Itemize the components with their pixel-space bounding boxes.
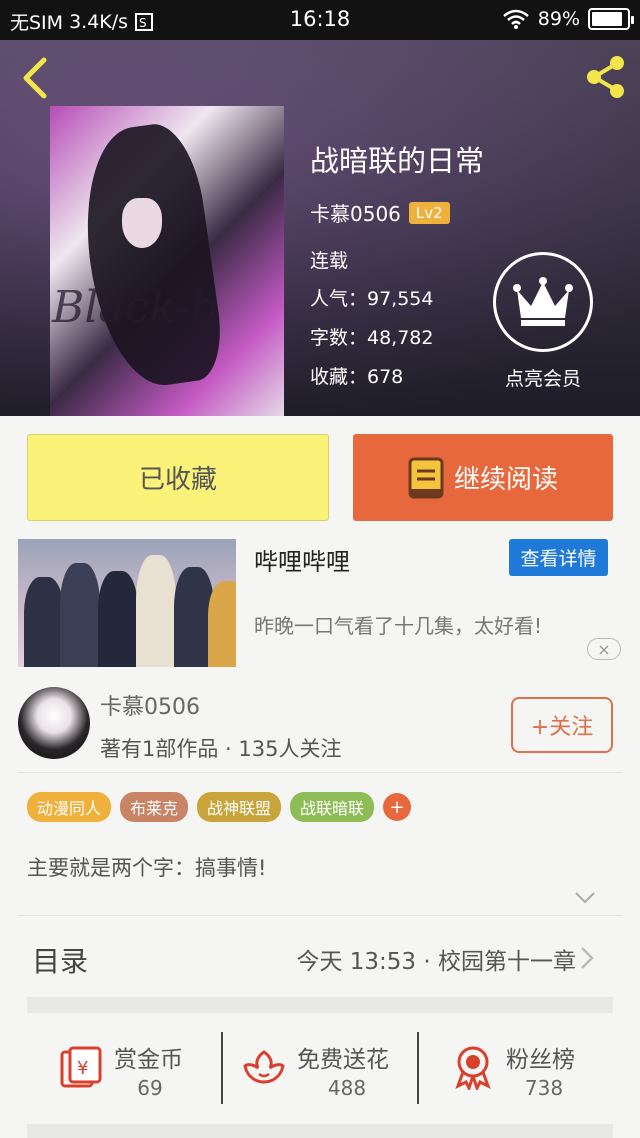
author-line: 卡慕0506 Lv2 <box>310 198 450 227</box>
ad-description[interactable]: 昨晚一口气看了十几集，太好看! <box>254 610 542 639</box>
svg-text:¥: ¥ <box>77 1058 88 1079</box>
author-meta: 著有1部作品 · 135人关注 <box>100 737 342 761</box>
book-icon <box>408 457 444 498</box>
battery-level <box>592 12 623 26</box>
free-flower-stat[interactable]: 免费送花 488 <box>241 1036 411 1106</box>
book-description: 主要就是两个字：搞事情! <box>27 856 267 880</box>
add-tag-button[interactable]: + <box>383 793 412 821</box>
stat-label: 免费送花 <box>297 1047 389 1073</box>
fan-ranking-stat[interactable]: 粉丝榜 738 <box>450 1036 600 1106</box>
favorites-stat: 收藏：678 <box>310 366 404 388</box>
avatar[interactable] <box>18 687 90 759</box>
stat-value: 738 <box>524 1076 564 1100</box>
continue-reading-button[interactable]: 继续阅读 <box>353 434 613 521</box>
continue-reading-label: 继续阅读 <box>453 465 558 495</box>
book-title: 战暗联的日常 <box>310 144 485 178</box>
section-separator <box>27 1124 613 1138</box>
word-count-stat: 字数：48,782 <box>310 327 434 349</box>
follow-button[interactable]: +关注 <box>511 697 613 753</box>
flower-icon <box>243 1050 285 1084</box>
close-ad-button[interactable]: × <box>587 638 621 660</box>
author-name-row[interactable]: 卡慕0506 <box>100 689 200 721</box>
back-arrow-icon[interactable] <box>16 54 52 102</box>
divider <box>18 772 622 773</box>
status-bar: 无SIM 3.4K/s S 16:18 89% <box>0 0 640 40</box>
stat-label: 赏金币 <box>114 1047 183 1073</box>
cover-art-figure <box>72 118 228 394</box>
vip-label[interactable]: 点亮会员 <box>470 364 616 391</box>
tag-list: 动漫同人 布莱克 战神联盟 战联暗联 + <box>27 792 412 822</box>
tag-item[interactable]: 动漫同人 <box>27 792 112 822</box>
stat-label: 粉丝榜 <box>506 1047 575 1073</box>
cover-art-face <box>122 198 162 248</box>
ad-image[interactable] <box>18 539 236 667</box>
tag-item[interactable]: 战神联盟 <box>197 792 282 822</box>
battery-percent: 89% <box>537 8 580 30</box>
tag-item[interactable]: 布莱克 <box>120 792 189 822</box>
divider <box>18 915 622 916</box>
cover-watermark: Black-b <box>52 282 219 333</box>
stat-value: 488 <box>327 1076 367 1100</box>
award-ribbon-icon <box>455 1046 491 1090</box>
ad-title[interactable]: 哔哩哔哩 <box>254 542 350 577</box>
popularity-stat: 人气：97,554 <box>310 288 434 310</box>
level-badge: Lv2 <box>408 201 450 224</box>
book-header: Black-b 战暗联的日常 卡慕0506 Lv2 连载 人气：97,554 字… <box>0 40 640 416</box>
bounty-coin-stat[interactable]: ¥ 赏金币 69 <box>58 1036 208 1106</box>
chevron-down-icon[interactable] <box>574 890 596 906</box>
share-icon[interactable] <box>582 54 628 100</box>
wifi-icon <box>502 9 529 29</box>
chevron-right-icon[interactable] <box>580 946 594 970</box>
author-name[interactable]: 卡慕0506 <box>310 198 401 227</box>
favorited-button[interactable]: 已收藏 <box>27 434 329 521</box>
divider <box>221 1032 223 1104</box>
section-separator <box>27 997 613 1013</box>
crown-icon <box>513 277 573 326</box>
catalog-label[interactable]: 目录 <box>32 940 88 980</box>
view-details-button[interactable]: 查看详情 <box>509 539 608 576</box>
battery-icon <box>588 8 634 30</box>
divider <box>417 1032 419 1104</box>
book-status: 连载 <box>310 250 349 272</box>
book-cover[interactable]: Black-b <box>50 106 284 416</box>
vip-button[interactable] <box>493 252 593 352</box>
red-envelope-yen-icon: ¥ <box>60 1046 102 1088</box>
tag-item[interactable]: 战联暗联 <box>290 792 375 822</box>
latest-chapter[interactable]: 今天 13:53 · 校园第十一章 <box>296 942 576 976</box>
stat-value: 69 <box>137 1076 163 1100</box>
